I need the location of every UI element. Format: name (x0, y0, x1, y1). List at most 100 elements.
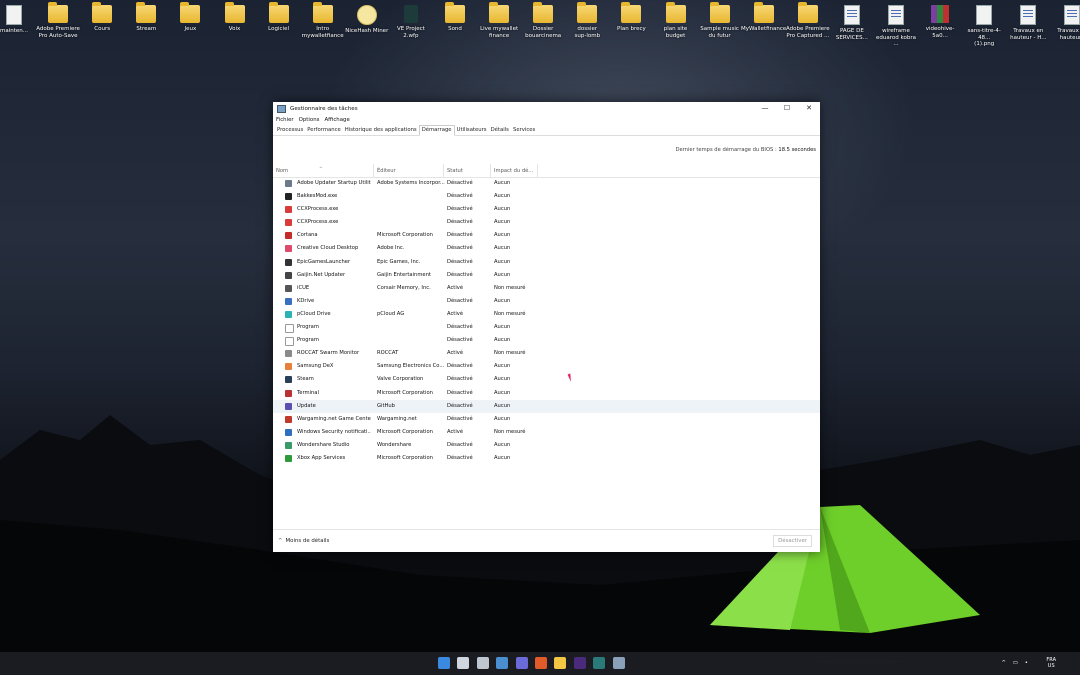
tab-startup[interactable]: Démarrage (418, 125, 455, 136)
table-row[interactable]: EpicGamesLauncher Epic Games, Inc. Désacti… (273, 256, 820, 269)
folder-icon (268, 2, 289, 23)
table-row[interactable]: KDrive Désactivé Aucun (273, 295, 820, 308)
desktop-icon[interactable]: Intro mywalletfiance (301, 2, 345, 39)
desktop-icon[interactable]: plan site budget (654, 2, 698, 39)
tab-users[interactable]: Utilisateurs (455, 126, 489, 135)
table-row[interactable]: Adobe Updater Startup Utility Adobe Syste… (273, 177, 820, 190)
tab-services[interactable]: Services (511, 126, 537, 135)
roccat-icon (285, 350, 292, 358)
cell-name: Update (297, 402, 316, 409)
less-details-link[interactable]: ^ Moins de détails (278, 530, 329, 552)
task-view-icon[interactable] (476, 657, 489, 669)
chat-icon[interactable] (515, 657, 528, 669)
col-publisher[interactable]: Éditeur (374, 164, 444, 177)
table-row[interactable]: Wargaming.net Game Center Wargaming.net Dé… (273, 413, 820, 426)
cell-publisher: Samsung Electronics Co... (377, 363, 445, 370)
table-row[interactable]: BakkesMod.exe Désactivé Aucun (273, 190, 820, 203)
widgets-icon[interactable] (496, 657, 509, 669)
desktop-icon[interactable]: Travaux en hauteur - H... (1006, 2, 1050, 41)
desktop-icon[interactable]: Stream (124, 2, 168, 33)
table-row[interactable]: CCXProcess.exe Désactivé Aucun (273, 203, 820, 216)
cell-name: pCloud Drive (297, 310, 331, 317)
disable-button[interactable]: Désactiver (773, 535, 812, 547)
cell-status: Désactivé (447, 193, 473, 200)
close-button[interactable]: ✕ (798, 102, 820, 115)
desktop-icon[interactable]: Voix (213, 2, 257, 33)
menu-file[interactable]: Fichier (276, 117, 294, 123)
minimize-button[interactable]: — (754, 102, 776, 115)
premiere-icon[interactable] (573, 657, 586, 669)
desktop-icon[interactable]: Jeux (168, 2, 212, 33)
maximize-button[interactable]: ☐ (776, 102, 798, 115)
cell-name: Adobe Updater Startup Utility (297, 180, 371, 186)
cortana-icon (285, 232, 292, 240)
table-row[interactable]: CCXProcess.exe Désactivé Aucun (273, 216, 820, 229)
network-icon[interactable]: ▭ (1013, 652, 1018, 675)
tab-app-history[interactable]: Historique des applications (343, 126, 419, 135)
vegas-icon[interactable] (593, 657, 606, 669)
desktop-icon[interactable]: Live mywallet finance (477, 2, 521, 39)
col-status[interactable]: Statut (444, 164, 491, 177)
nicehash-icon (356, 5, 377, 25)
table-row[interactable]: Samsung DeX Samsung Electronics Co... Désa… (273, 360, 820, 373)
table-row[interactable]: Program Désactivé Aucun (273, 334, 820, 347)
col-name[interactable]: ^ Nom (273, 164, 374, 177)
desktop-icon[interactable]: VE Project 2.wfp (389, 2, 433, 39)
desktop-icon[interactable]: Adobe Premiere Pro Auto-Save (36, 2, 80, 39)
desktop-icon[interactable]: sans-titre-4-48... (1).png (962, 2, 1006, 48)
table-row[interactable]: Terminal Microsoft Corporation Désactivé Au… (273, 387, 820, 400)
tab-processes[interactable]: Processus (275, 126, 305, 135)
desktop-icon[interactable]: NiceHash Miner (345, 2, 389, 35)
tab-performance[interactable]: Performance (305, 126, 343, 135)
desktop-icon[interactable]: Cours (80, 2, 124, 33)
desktop-icon[interactable]: dossier sup-lomb (565, 2, 609, 39)
brave-icon[interactable] (535, 657, 547, 669)
col-impact[interactable]: Impact du dé... (491, 164, 538, 177)
table-row[interactable]: Wondershare Studio Wondershare Désactivé Au… (273, 439, 820, 452)
cell-status: Désactivé (447, 271, 473, 278)
desktop-icon[interactable]: Dossier bouarcinema (521, 2, 565, 39)
bakkesmod-icon (285, 193, 292, 201)
cell-impact: Aucun (494, 297, 511, 304)
tab-details[interactable]: Détails (489, 126, 511, 135)
desktop-icon[interactable]: Logiciel (257, 2, 301, 33)
desktop-icon[interactable]: Sond (433, 2, 477, 33)
table-row[interactable]: Update GitHub Désactivé Aucun (273, 399, 820, 413)
desktop-icon[interactable]: MyWalletfinance (741, 2, 786, 33)
desktop-icon[interactable]: Sample music du futur (698, 2, 742, 39)
table-row[interactable]: iCUE Corsair Memory, Inc. Activé Non mesuré (273, 282, 820, 295)
desktop-icon[interactable]: Plan brecy (609, 2, 653, 33)
menu-view[interactable]: Affichage (324, 117, 349, 123)
table-row[interactable]: Steam Valve Corporation Désactivé Aucun (273, 373, 820, 386)
desktop-icon[interactable]: Travaux en hauteur - (1050, 2, 1080, 41)
desktop-icon[interactable]: Adobe Premiere Pro Captured ... (786, 2, 830, 39)
table-row[interactable]: pCloud Drive pCloud AG Activé Non mesuré (273, 308, 820, 321)
creative-cloud-icon (285, 245, 292, 253)
microphone-icon[interactable]: • (1025, 652, 1028, 675)
desktop-icon[interactable]: videohive-5a0... (918, 2, 962, 39)
desktop-icon-label: Plan brecy (617, 26, 646, 32)
desktop-icon[interactable]: PAGE DE SERVICES... (830, 2, 874, 41)
desktop-icon[interactable]: mainten... (0, 2, 36, 35)
table-row[interactable]: Cortana Microsoft Corporation Désactivé Auc… (273, 229, 820, 242)
start-icon[interactable] (438, 657, 450, 669)
folder-icon (577, 2, 598, 23)
title-bar[interactable]: Gestionnaire des tâches — ☐ ✕ (273, 102, 820, 115)
table-row[interactable]: Windows Security notificati... Microsoft … (273, 426, 820, 439)
cell-publisher: Adobe Systems Incorpor... (377, 180, 445, 186)
file-explorer-icon[interactable] (554, 657, 567, 669)
language-indicator[interactable]: FRA US (1046, 657, 1056, 669)
search-icon[interactable] (457, 657, 470, 669)
menu-options[interactable]: Options (299, 117, 320, 123)
cell-status: Désactivé (447, 206, 473, 213)
doc-icon (1064, 5, 1080, 25)
table-row[interactable]: ROCCAT Swarm Monitor ROCCAT Activé Non mesu… (273, 347, 820, 360)
table-row[interactable]: Xbox App Services Microsoft Corporation Dé… (273, 452, 820, 465)
table-row[interactable]: Creative Cloud Desktop Adobe Inc. Désactiv… (273, 242, 820, 255)
task-manager-icon[interactable] (612, 657, 625, 669)
desktop-icon[interactable]: wireframe eduarod kobra ... (874, 2, 918, 48)
table-row[interactable]: Program Désactivé Aucun (273, 321, 820, 334)
table-row[interactable]: Gaijin.Net Updater Gaijin Entertainment Dé… (273, 269, 820, 282)
chevron-up-icon[interactable]: ^ (1001, 652, 1006, 675)
cell-publisher: Valve Corporation (377, 376, 424, 383)
